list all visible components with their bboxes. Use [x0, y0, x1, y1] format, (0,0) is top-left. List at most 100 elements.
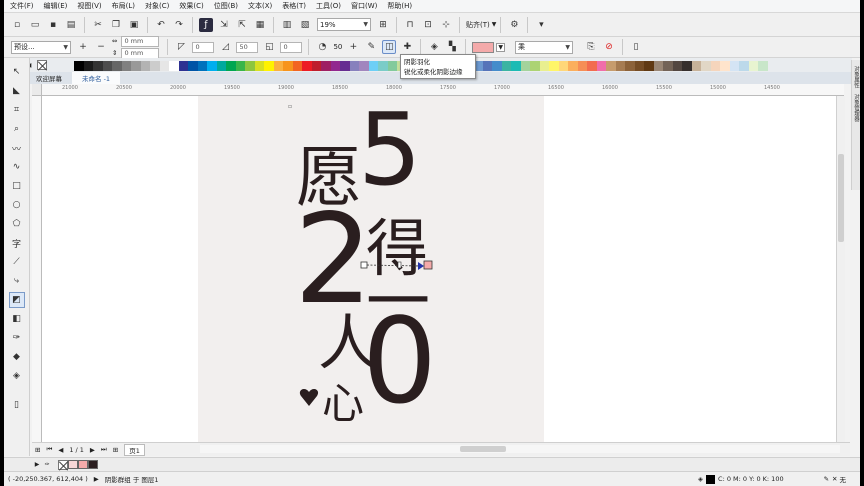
palette-swatch[interactable] — [150, 61, 160, 71]
palette-swatch[interactable] — [663, 61, 673, 71]
no-color-swatch[interactable] — [37, 60, 47, 70]
vertical-scrollbar[interactable] — [836, 96, 845, 442]
palette-swatch[interactable] — [273, 61, 283, 71]
palette-swatch[interactable] — [511, 61, 521, 71]
palette-swatch[interactable] — [321, 61, 331, 71]
copy-shadow-icon[interactable]: ⎘ — [584, 40, 598, 54]
palette-swatch[interactable] — [83, 61, 93, 71]
palette-swatch[interactable] — [634, 61, 644, 71]
paste-icon[interactable]: ▣ — [127, 18, 141, 32]
shadow-fade-icon[interactable]: ◱ — [262, 40, 276, 54]
smart-fill-icon[interactable]: ◈ — [9, 368, 25, 384]
offset-x-input[interactable]: 0 mm — [121, 35, 160, 47]
palette-swatch[interactable] — [292, 61, 302, 71]
horizontal-scrollbar[interactable] — [200, 445, 840, 453]
palette-swatch[interactable] — [159, 61, 169, 71]
palette-swatch[interactable] — [283, 61, 293, 71]
polygon-tool-icon[interactable]: ⬠ — [9, 216, 25, 232]
copy-icon[interactable]: ❐ — [109, 18, 123, 32]
palette-swatch[interactable] — [672, 61, 682, 71]
palette-swatch[interactable] — [596, 61, 606, 71]
drop-shadow-tool-icon[interactable]: ◩ — [8, 292, 25, 308]
parallel-dimension-icon[interactable]: ⟋ — [9, 254, 25, 270]
palette-swatch[interactable] — [615, 61, 625, 71]
show-rulers-icon[interactable]: ⊓ — [403, 18, 417, 32]
docker-tab-object-manager[interactable]: 对象管理器 — [852, 94, 860, 122]
undo-icon[interactable]: ↶ — [154, 18, 168, 32]
add-preset-icon[interactable]: + — [76, 40, 90, 54]
tab-untitled-document[interactable]: 未命名 -1 — [72, 72, 121, 84]
redo-icon[interactable]: ↷ — [172, 18, 186, 32]
palette-swatch[interactable] — [169, 61, 179, 71]
palette-swatch[interactable] — [102, 61, 112, 71]
palette-swatch[interactable] — [349, 61, 359, 71]
palette-swatch[interactable] — [245, 61, 255, 71]
palette-swatch[interactable] — [710, 61, 720, 71]
palette-swatch[interactable] — [330, 61, 340, 71]
shadow-feather-value[interactable]: 50 — [333, 43, 342, 51]
doc-color-swatch[interactable] — [68, 460, 78, 469]
menu-item[interactable]: 帮助(H) — [387, 1, 412, 11]
palette-swatch[interactable] — [501, 61, 511, 71]
artwork-svg[interactable]: 愿 5 2 得 一 人 0 心 ▫ — [198, 96, 544, 442]
shadow-color-swatch[interactable] — [472, 41, 495, 53]
palette-swatch[interactable] — [482, 61, 492, 71]
launch-icon[interactable]: ▾ — [534, 18, 548, 32]
shadow-start-handle[interactable] — [360, 261, 368, 269]
doc-color-swatch[interactable] — [78, 460, 88, 469]
menu-item[interactable]: 文本(X) — [248, 1, 272, 11]
palette-swatch[interactable] — [558, 61, 568, 71]
document-page[interactable]: 愿 5 2 得 一 人 0 心 ▫ — [198, 96, 544, 442]
offset-y-input[interactable]: 0 mm — [121, 47, 160, 59]
ellipse-tool-icon[interactable]: ○ — [9, 197, 25, 213]
transparency-tool-icon[interactable]: ◧ — [9, 311, 25, 327]
palette-swatch[interactable] — [549, 61, 559, 71]
palette-swatch[interactable] — [492, 61, 502, 71]
shadow-opacity-icon[interactable]: ◔ — [315, 40, 329, 54]
clear-shadow-icon[interactable]: ⊘ — [602, 40, 616, 54]
merge-mode-select[interactable]: 乘 ▼ — [515, 40, 573, 54]
palette-swatch[interactable] — [188, 61, 198, 71]
palette-swatch[interactable] — [606, 61, 616, 71]
app-launcher-icon[interactable]: ▥ — [280, 18, 294, 32]
rectangle-tool-icon[interactable]: □ — [9, 178, 25, 194]
menu-item[interactable]: 视图(V) — [77, 1, 101, 11]
cut-icon[interactable]: ✂ — [91, 18, 105, 32]
welcome-screen-icon[interactable]: ▧ — [298, 18, 312, 32]
palette-swatch[interactable] — [568, 61, 578, 71]
page-tab[interactable]: 页1 — [124, 443, 145, 456]
add-page-end-icon[interactable]: ⊞ — [113, 446, 118, 454]
shadow-angle-input[interactable]: 0 — [192, 41, 215, 53]
feather-pen-icon[interactable]: ✎ — [364, 40, 378, 54]
shape-tool-icon[interactable]: ◣ — [9, 83, 25, 99]
last-page-icon[interactable]: ⏭ — [101, 445, 107, 454]
palette-swatch[interactable] — [359, 61, 369, 71]
chevron-down-icon[interactable]: ▼ — [492, 21, 497, 28]
heart-shape[interactable] — [299, 389, 319, 406]
doc-color-swatch[interactable] — [88, 460, 98, 469]
palette-swatch[interactable] — [131, 61, 141, 71]
search-content-icon[interactable]: ƒ — [199, 17, 213, 32]
palette-swatch[interactable] — [691, 61, 701, 71]
palette-swatch[interactable] — [644, 61, 654, 71]
palette-swatch[interactable] — [254, 61, 264, 71]
palette-swatch[interactable] — [368, 61, 378, 71]
palette-swatch[interactable] — [387, 61, 397, 71]
palette-swatch[interactable] — [625, 61, 635, 71]
palette-swatch[interactable] — [197, 61, 207, 71]
tab-welcome-screen[interactable]: 欢迎屏幕 — [26, 72, 72, 84]
shadow-stretch-input[interactable]: 50 — [236, 41, 259, 53]
docker-tab-object-properties[interactable]: 对象属性 — [852, 66, 860, 88]
menu-item[interactable]: 窗口(W) — [351, 1, 377, 11]
show-guidelines-icon[interactable]: ⊹ — [439, 18, 453, 32]
drawing-canvas[interactable]: 愿 5 2 得 一 人 0 心 ▫ — [42, 96, 836, 442]
menu-item[interactable]: 编辑(E) — [44, 1, 68, 11]
menu-item[interactable]: 布局(L) — [112, 1, 135, 11]
horizontal-scroll-thumb[interactable] — [460, 446, 506, 452]
prev-page-icon[interactable]: ◀ — [58, 446, 63, 454]
feather-slider-icon[interactable]: + — [346, 40, 360, 54]
palette-swatch[interactable] — [311, 61, 321, 71]
new-document-icon[interactable]: ▫ — [10, 18, 24, 32]
palette-swatch[interactable] — [226, 61, 236, 71]
palette-swatch[interactable] — [739, 61, 749, 71]
